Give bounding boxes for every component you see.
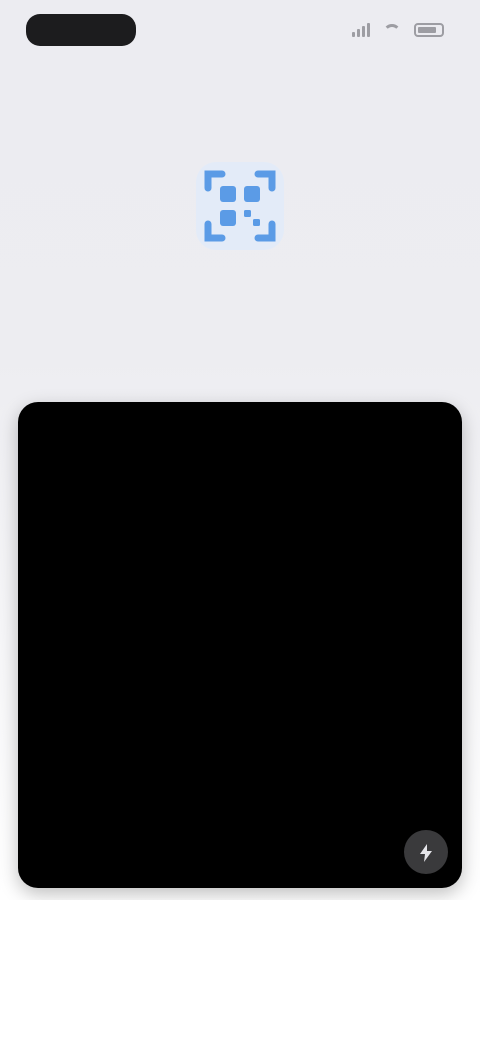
scanner-screen <box>0 0 480 1040</box>
signal-bars-icon <box>352 23 370 37</box>
status-time <box>26 14 136 46</box>
status-bar <box>0 0 480 64</box>
help-button[interactable] <box>438 76 454 96</box>
status-icons <box>352 22 444 38</box>
qr-code-icon <box>196 162 284 250</box>
bottom-area <box>0 900 480 1040</box>
flashlight-button[interactable] <box>404 830 448 874</box>
flashlight-icon <box>420 844 432 863</box>
wifi-icon <box>383 24 401 36</box>
camera-viewfinder[interactable] <box>18 402 462 888</box>
battery-icon <box>414 23 444 37</box>
